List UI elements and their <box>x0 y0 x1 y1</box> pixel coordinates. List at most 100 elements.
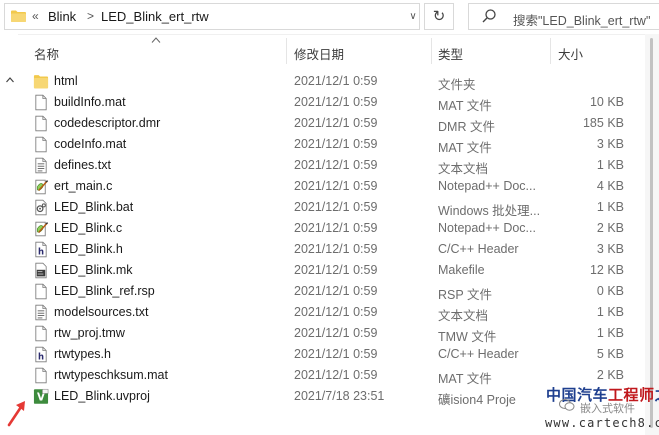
file-modified-date: 2021/12/1 0:59 <box>294 95 378 109</box>
breadcrumb-led-blink-ert-rtw[interactable]: LED_Blink_ert_rtw <box>101 9 209 24</box>
file-name: buildInfo.mat <box>54 95 126 109</box>
file-row[interactable]: codedescriptor.dmr 2021/12/1 0:59 DMR 文件 18… <box>28 113 638 134</box>
file-modified-date: 2021/12/1 0:59 <box>294 116 378 130</box>
file-modified-date: 2021/12/1 0:59 <box>294 326 378 340</box>
file-size: 1 KB <box>596 326 624 340</box>
file-name: html <box>54 74 78 88</box>
address-bar[interactable]: « Blink > LED_Blink_ert_rtw ∨ <box>4 3 420 30</box>
overflow-chevron-icon[interactable]: « <box>32 9 39 23</box>
file-name: LED_Blink.mk <box>54 263 133 277</box>
file-name: rtwtypes.h <box>54 347 111 361</box>
file-row[interactable]: h rtwtypes.h 2021/12/1 0:59 C/C++ Header 5 K… <box>28 344 638 365</box>
file-row[interactable]: defines.txt 2021/12/1 0:59 文本文档 1 KB <box>28 155 638 176</box>
chevron-up-icon[interactable] <box>6 76 14 84</box>
column-header-date[interactable]: 修改日期 <box>294 44 344 63</box>
file-row[interactable]: rtwtypeschksum.mat 2021/12/1 0:59 MAT 文件 2 … <box>28 365 638 386</box>
file-modified-date: 2021/12/1 0:59 <box>294 137 378 151</box>
text-file-icon <box>35 304 47 321</box>
file-row[interactable]: html 2021/12/1 0:59 文件夹 <box>28 71 638 92</box>
file-modified-date: 2021/12/1 0:59 <box>294 284 378 298</box>
vertical-scrollbar[interactable] <box>645 34 659 435</box>
file-size: 185 KB <box>582 116 624 130</box>
file-modified-date: 2021/12/1 0:59 <box>294 263 378 277</box>
file-name: LED_Blink.bat <box>54 200 134 214</box>
makefile-icon <box>35 262 47 279</box>
column-header-size[interactable]: 大小 <box>558 44 583 63</box>
svg-text:h: h <box>38 351 44 361</box>
address-dropdown-icon[interactable]: ∨ <box>403 7 423 27</box>
file-row[interactable]: buildInfo.mat 2021/12/1 0:59 MAT 文件 10 KB <box>28 92 638 113</box>
file-modified-date: 2021/12/1 0:59 <box>294 221 378 235</box>
file-name: codeInfo.mat <box>54 137 127 151</box>
file-type: 文件夹 <box>438 78 476 92</box>
search-icon <box>482 9 496 23</box>
folder-icon <box>11 10 26 22</box>
file-modified-date: 2021/12/1 0:59 <box>294 368 378 382</box>
file-name: rtwtypeschksum.mat <box>54 368 168 382</box>
red-arrow-annotation-icon <box>7 401 25 427</box>
file-row[interactable]: codeInfo.mat 2021/12/1 0:59 MAT 文件 3 KB <box>28 134 638 155</box>
file-name: LED_Blink.uvproj <box>54 389 150 403</box>
file-modified-date: 2021/12/1 0:59 <box>294 242 378 256</box>
notepadpp-file-icon <box>35 179 49 195</box>
search-placeholder: 搜索"LED_Blink_ert_rtw" <box>513 14 651 28</box>
file-size: 1 KB <box>596 158 624 172</box>
file-size: 4 KB <box>596 179 624 193</box>
file-name: codedescriptor.dmr <box>54 116 161 130</box>
file-size: 10 KB <box>589 95 624 109</box>
scrollbar-thumb[interactable] <box>650 38 653 428</box>
file-modified-date: 2021/12/1 0:59 <box>294 74 378 88</box>
refresh-icon: ↻ <box>432 8 446 25</box>
watermark-url: www.cartech8.com <box>545 416 659 430</box>
file-row[interactable]: LED_Blink.mk 2021/12/1 0:59 Makefile 12 KB <box>28 260 638 281</box>
file-row[interactable]: ert_main.c 2021/12/1 0:59 Notepad++ Doc...… <box>28 176 638 197</box>
file-size: 3 KB <box>596 242 624 256</box>
file-icon <box>35 283 47 300</box>
batch-file-icon <box>35 199 47 216</box>
file-name: LED_Blink_ref.rsp <box>54 284 155 298</box>
file-size: 5 KB <box>596 347 624 361</box>
file-name: modelsources.txt <box>54 305 149 319</box>
file-name: defines.txt <box>54 158 111 172</box>
search-input[interactable]: 搜索"LED_Blink_ert_rtw" <box>468 3 659 30</box>
navigation-pane-edge[interactable] <box>0 34 18 435</box>
file-row[interactable]: LED_Blink.c 2021/12/1 0:59 Notepad++ Doc..… <box>28 218 638 239</box>
file-icon <box>35 325 47 342</box>
file-row[interactable]: LED_Blink.bat 2021/12/1 0:59 Windows 批处理..… <box>28 197 638 218</box>
file-type: DMR 文件 <box>438 120 495 134</box>
file-type: MAT 文件 <box>438 141 492 155</box>
file-modified-date: 2021/12/1 0:59 <box>294 179 378 193</box>
file-row[interactable]: LED_Blink_ref.rsp 2021/12/1 0:59 RSP 文件 0 K… <box>28 281 638 302</box>
file-row[interactable]: h LED_Blink.h 2021/12/1 0:59 C/C++ Header 3 … <box>28 239 638 260</box>
file-type: C/C++ Header <box>438 242 519 256</box>
file-name: rtw_proj.tmw <box>54 326 125 340</box>
address-bar-region: « Blink > LED_Blink_ert_rtw ∨ ↻ 搜索"LED_B… <box>0 0 659 35</box>
file-size: 1 KB <box>596 200 624 214</box>
header-file-icon: h <box>35 241 47 258</box>
column-divider[interactable] <box>550 38 551 64</box>
file-size: 12 KB <box>589 263 624 277</box>
breadcrumb-blink[interactable]: Blink <box>48 9 76 24</box>
column-divider[interactable] <box>431 38 432 64</box>
sort-ascending-icon <box>151 37 161 43</box>
file-name: LED_Blink.c <box>54 221 123 235</box>
file-row[interactable]: modelsources.txt 2021/12/1 0:59 文本文档 1 KB <box>28 302 638 323</box>
file-type: 文本文档 <box>438 162 489 176</box>
file-type: 礦ision4 Proje <box>438 393 516 407</box>
file-type: Makefile <box>438 263 485 277</box>
folder-icon <box>33 75 49 89</box>
column-header-type[interactable]: 类型 <box>438 44 463 63</box>
text-file-icon <box>35 157 47 174</box>
file-modified-date: 2021/7/18 23:51 <box>294 389 385 403</box>
column-header-name[interactable]: 名称 <box>34 44 59 63</box>
refresh-button[interactable]: ↻ <box>424 3 454 30</box>
file-type: RSP 文件 <box>438 288 492 302</box>
file-icon <box>35 94 47 111</box>
file-icon <box>35 367 47 384</box>
breadcrumb-separator[interactable]: > <box>87 9 94 23</box>
file-row[interactable]: rtw_proj.tmw 2021/12/1 0:59 TMW 文件 1 KB <box>28 323 638 344</box>
watermark-subtitle: 嵌入式软件 <box>580 403 635 415</box>
file-type: C/C++ Header <box>438 347 519 361</box>
column-divider[interactable] <box>286 38 287 64</box>
file-type: Notepad++ Doc... <box>438 179 536 193</box>
